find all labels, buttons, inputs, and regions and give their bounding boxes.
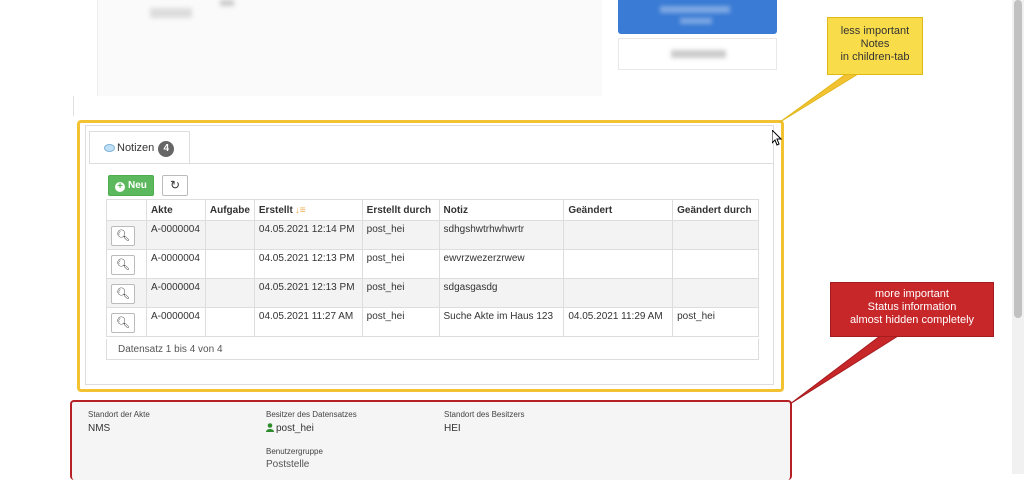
callout-line: Notes [860, 38, 890, 50]
standort-akte-value: NMS [88, 423, 111, 434]
callout-line: almost hidden completely [849, 314, 975, 326]
besitzer-label: Besitzer des Datensatzes [266, 410, 357, 419]
user-icon [266, 423, 274, 432]
standort-besitzer-label: Standort des Besitzers [444, 410, 525, 419]
callout-line: more important [875, 288, 949, 300]
mouse-cursor-icon [772, 130, 782, 146]
standort-besitzer-value: HEI [444, 423, 461, 434]
besitzer-value-wrap: post_hei [266, 423, 314, 434]
benutzergruppe-value: Poststelle [266, 459, 310, 470]
callout-less-important: less important Notes in children-tab [827, 17, 923, 75]
standort-akte-label: Standort der Akte [88, 410, 150, 419]
callout-line: less important [840, 25, 910, 37]
blurred-text [220, 0, 234, 6]
top-form-panel [97, 0, 602, 96]
scrollbar-thumb[interactable] [1014, 0, 1022, 318]
page-scrollbar[interactable] [1012, 0, 1024, 474]
besitzer-value: post_hei [276, 423, 314, 434]
yellow-callout-pointer [779, 73, 860, 123]
blurred-text [150, 8, 192, 18]
secondary-action-button[interactable] [618, 38, 777, 70]
callout-more-important: more important Status information almost… [830, 282, 994, 337]
divider [73, 96, 74, 116]
notes-highlight-frame [77, 120, 784, 392]
red-callout-pointer [789, 335, 900, 405]
callout-line: Status information [867, 301, 957, 313]
benutzergruppe-label: Benutzergruppe [266, 447, 323, 456]
status-information-panel: Standort der Akte NMS Besitzer des Daten… [70, 400, 792, 480]
callout-line: in children-tab [840, 51, 910, 63]
primary-action-button[interactable] [618, 0, 777, 34]
